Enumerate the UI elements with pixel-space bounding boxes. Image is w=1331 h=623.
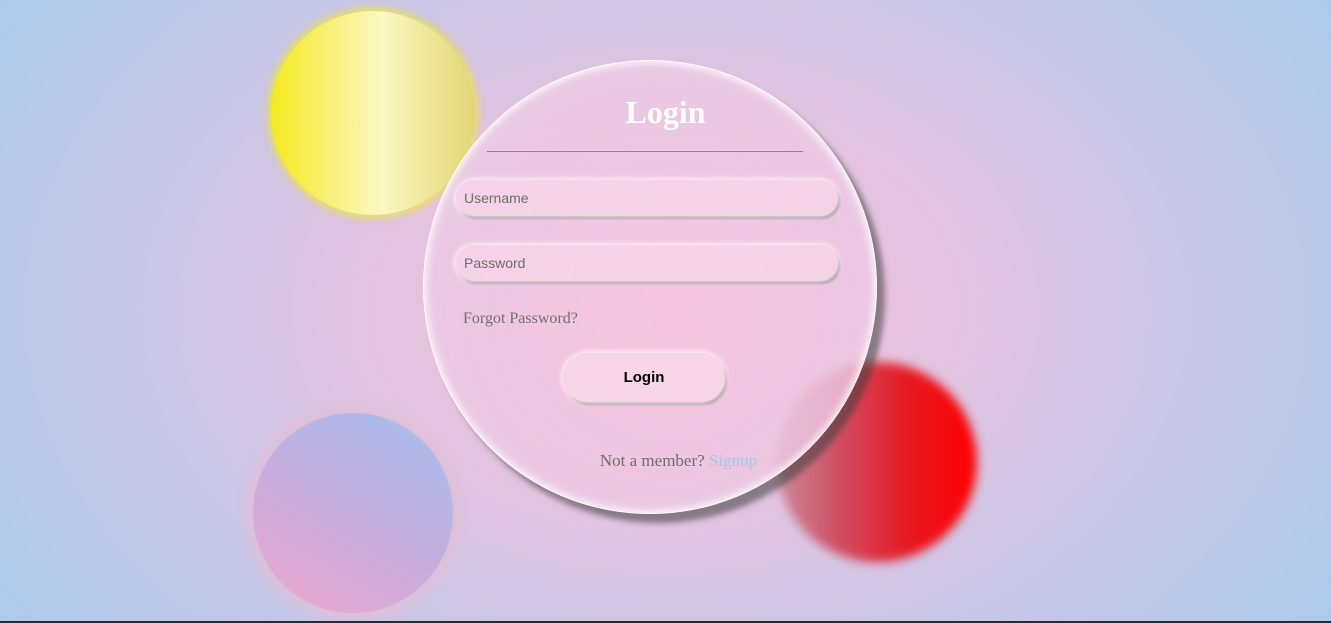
login-button[interactable]: Login: [563, 353, 725, 402]
signup-link[interactable]: Signup: [709, 451, 757, 470]
signup-prompt: Not a member?: [599, 451, 705, 470]
blue-pink-orb-decoration: [253, 413, 453, 613]
username-input[interactable]: [456, 180, 838, 216]
forgot-password-link[interactable]: Forgot Password?: [463, 310, 578, 328]
signup-row: Not a member? Signup: [0, 451, 1331, 471]
login-title: Login: [625, 94, 706, 130]
title-divider: [487, 151, 803, 152]
password-input[interactable]: [456, 245, 838, 281]
